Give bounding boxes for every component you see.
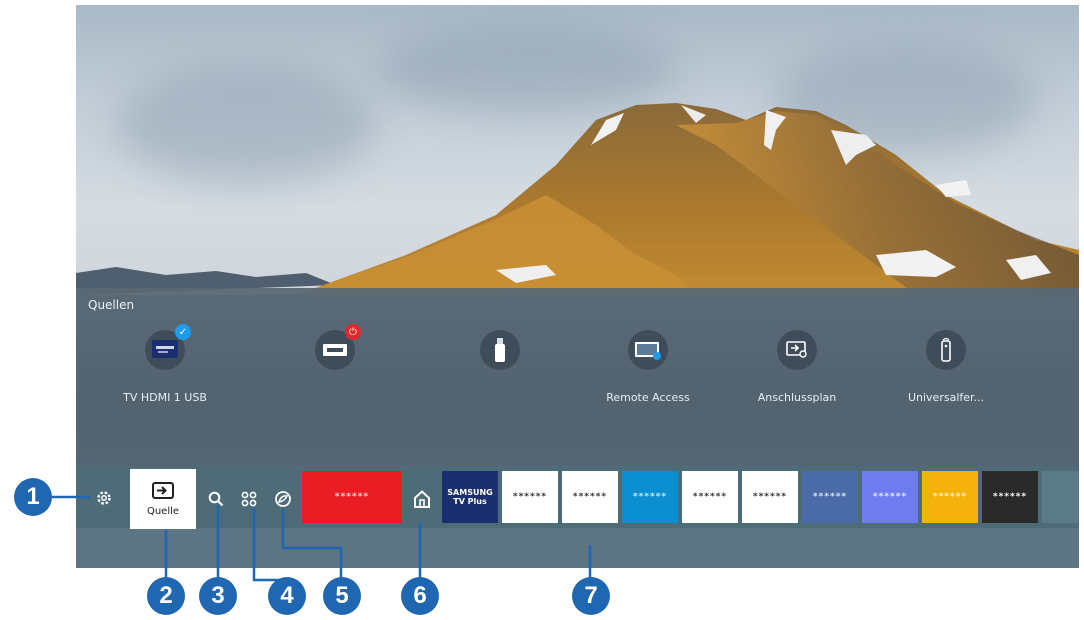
callout-2: 2	[147, 577, 185, 615]
callout-leaders	[52, 495, 592, 582]
callout-3: 3	[199, 577, 237, 615]
callout-1: 1	[14, 478, 52, 516]
callout-5: 5	[323, 577, 361, 615]
callout-4: 4	[268, 577, 306, 615]
callout-6: 6	[401, 577, 439, 615]
callout-7: 7	[572, 577, 610, 615]
